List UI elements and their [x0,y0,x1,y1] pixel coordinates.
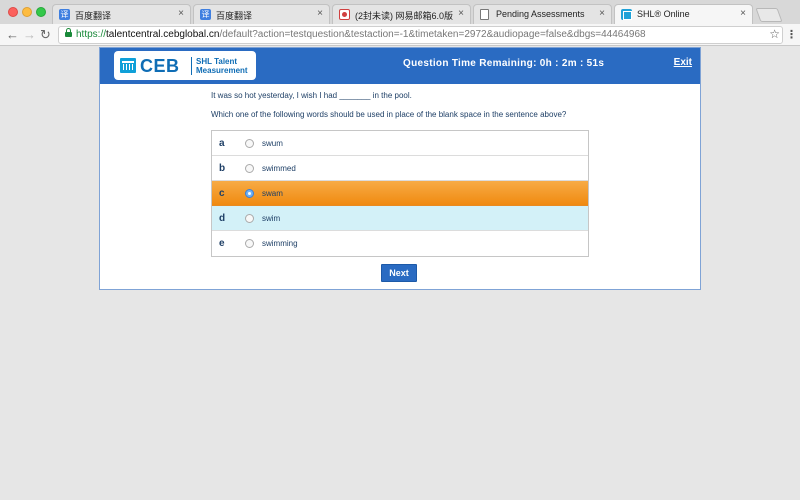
browser-tab-pending-assessments[interactable]: Pending Assessments × [473,4,612,24]
browser-menu-icon[interactable]: ⋮ [786,28,797,42]
option-text: swam [262,189,283,198]
document-icon [480,9,489,20]
mail-icon [339,9,350,20]
close-icon[interactable]: × [599,8,605,19]
browser-tab-baidu-fanyi-2[interactable]: 译 百度翻译 × [193,4,330,24]
radio-button[interactable] [245,214,254,223]
tab-title: Pending Assessments [496,9,585,19]
window-minimize-button[interactable] [22,7,32,17]
address-bar[interactable]: https://talentcentral.cebglobal.cn/defau… [58,26,783,44]
tab-title: 百度翻译 [75,11,112,21]
option-text: swim [262,214,281,223]
close-icon[interactable]: × [740,8,746,19]
reload-button[interactable]: ↻ [40,27,51,43]
radio-button[interactable] [245,239,254,248]
next-button[interactable]: Next [381,264,417,282]
window-close-button[interactable] [8,7,18,17]
option-letter: e [219,238,225,249]
assessment-header: CEB SHL Talent Measurement Question Time… [100,48,700,84]
answer-option-b[interactable]: b swimmed [212,156,588,181]
logo-brand: CEB [140,56,180,76]
answer-option-e[interactable]: e swimming [212,231,588,256]
fanyi-icon: 译 [59,9,70,20]
radio-button-selected[interactable] [245,189,254,198]
close-icon[interactable]: × [458,8,464,19]
close-icon[interactable]: × [178,8,184,19]
tab-title: (2封未读) 网易邮箱6.0版 [355,11,454,21]
question-timer: Question Time Remaining: 0h : 2m : 51s [403,58,605,69]
logo-divider [191,57,192,75]
question-sentence: It was so hot yesterday, I wish I had __… [211,91,412,100]
url-scheme: https:// [76,29,107,40]
option-letter: d [219,213,226,224]
building-icon [120,58,136,73]
tab-title: SHL® Online [637,9,690,19]
url-path: /default?action=testquestion&testaction=… [219,29,646,40]
answer-option-a[interactable]: a swum [212,131,588,156]
option-letter: b [219,163,226,174]
new-tab-button[interactable] [755,8,783,22]
option-text: swum [262,139,283,148]
tab-title: 百度翻译 [216,11,253,21]
question-prompt: Which one of the following words should … [211,110,567,119]
url-text: https://talentcentral.cebglobal.cn/defau… [76,29,646,40]
radio-button[interactable] [245,164,254,173]
window-zoom-button[interactable] [36,7,46,17]
answer-option-d[interactable]: d swim [212,206,588,231]
forward-button[interactable]: → [23,27,36,43]
browser-tab-baidu-fanyi-1[interactable]: 译 百度翻译 × [52,4,191,24]
browser-toolbar: ← → ↻ https://talentcentral.cebglobal.cn… [0,24,800,46]
logo-product: SHL Talent Measurement [196,57,256,75]
fanyi-icon: 译 [200,9,211,20]
option-text: swimming [262,239,298,248]
option-letter: c [219,188,225,199]
option-text: swimmed [262,164,296,173]
browser-tab-shl-online[interactable]: SHL® Online × [614,4,753,25]
radio-button[interactable] [245,139,254,148]
exit-link[interactable]: Exit [674,57,692,68]
page-viewport: CEB SHL Talent Measurement Question Time… [0,47,800,500]
lock-icon [65,28,72,39]
bookmark-star-icon[interactable]: ☆ [769,27,780,41]
shl-icon [621,9,632,20]
answer-options: a swum b swimmed c swam d swim e swimmin… [211,130,589,257]
answer-option-c[interactable]: c swam [212,181,588,206]
option-letter: a [219,138,225,149]
browser-tab-netease-mail[interactable]: (2封未读) 网易邮箱6.0版 × [332,4,471,24]
assessment-panel: CEB SHL Talent Measurement Question Time… [99,47,701,290]
browser-tab-strip: 译 百度翻译 × 译 百度翻译 × (2封未读) 网易邮箱6.0版 × Pend… [0,0,800,25]
logo-product-line2: Measurement [196,66,248,75]
ceb-shl-logo: CEB SHL Talent Measurement [114,51,256,80]
back-button[interactable]: ← [6,27,19,43]
logo-product-line1: SHL Talent [196,57,238,66]
close-icon[interactable]: × [317,8,323,19]
url-host: talentcentral.cebglobal.cn [106,29,220,40]
